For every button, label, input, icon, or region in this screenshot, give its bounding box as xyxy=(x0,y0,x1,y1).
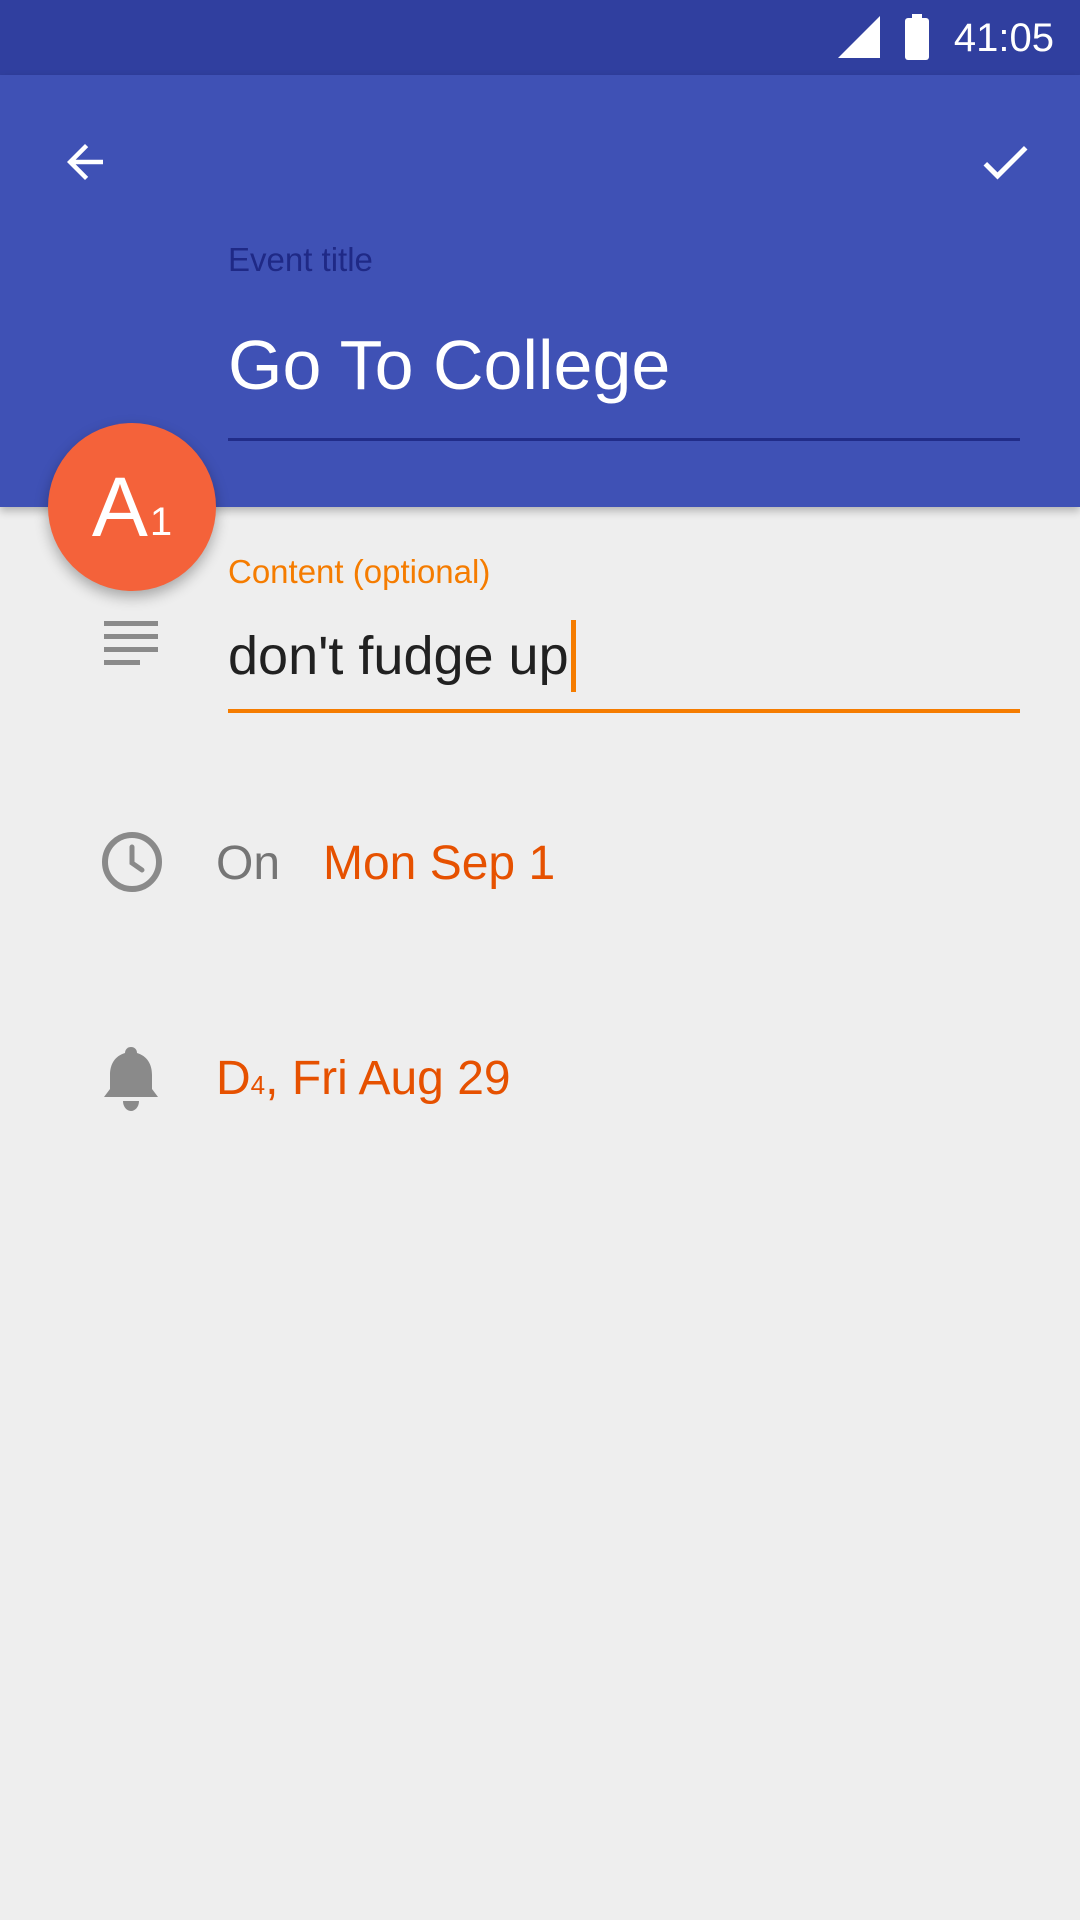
content-text: don't fudge up xyxy=(228,626,569,686)
save-button[interactable] xyxy=(960,117,1050,207)
reminder-subscript: 4 xyxy=(250,1070,266,1100)
text-cursor xyxy=(570,620,576,692)
content-underline xyxy=(228,709,1020,713)
event-title-input[interactable]: Go To College xyxy=(228,320,1020,410)
event-title-label: Event title xyxy=(228,241,373,278)
avatar-letter: A xyxy=(91,460,148,554)
status-time: 41:05 xyxy=(953,16,1054,60)
date-row[interactable]: On Mon Sep 1 xyxy=(0,820,1080,910)
reminder-date: , Fri Aug 29 xyxy=(265,1052,511,1105)
reminder-row[interactable]: D4, Fri Aug 29 xyxy=(0,1035,1080,1125)
arrow-left-icon xyxy=(67,144,103,180)
bell-icon xyxy=(104,1047,158,1111)
content-label: Content (optional) xyxy=(228,553,491,590)
notes-icon xyxy=(104,621,158,665)
date-prefix: On xyxy=(216,837,281,890)
check-icon xyxy=(983,145,1028,180)
back-button[interactable] xyxy=(40,117,130,207)
reminder-letter: D xyxy=(216,1052,251,1105)
avatar-subscript: 1 xyxy=(149,500,173,544)
event-title-underline xyxy=(228,438,1020,441)
signal-icon xyxy=(838,16,880,58)
date-value[interactable]: Mon Sep 1 xyxy=(323,836,555,891)
clock-icon xyxy=(102,832,162,892)
battery-icon xyxy=(905,14,929,60)
status-bar: 41:05 xyxy=(0,0,1080,75)
avatar-button[interactable]: A 1 xyxy=(48,423,216,591)
content-input[interactable]: don't fudge up xyxy=(228,620,576,692)
reminder-value[interactable]: D4, Fri Aug 29 xyxy=(216,1051,511,1106)
